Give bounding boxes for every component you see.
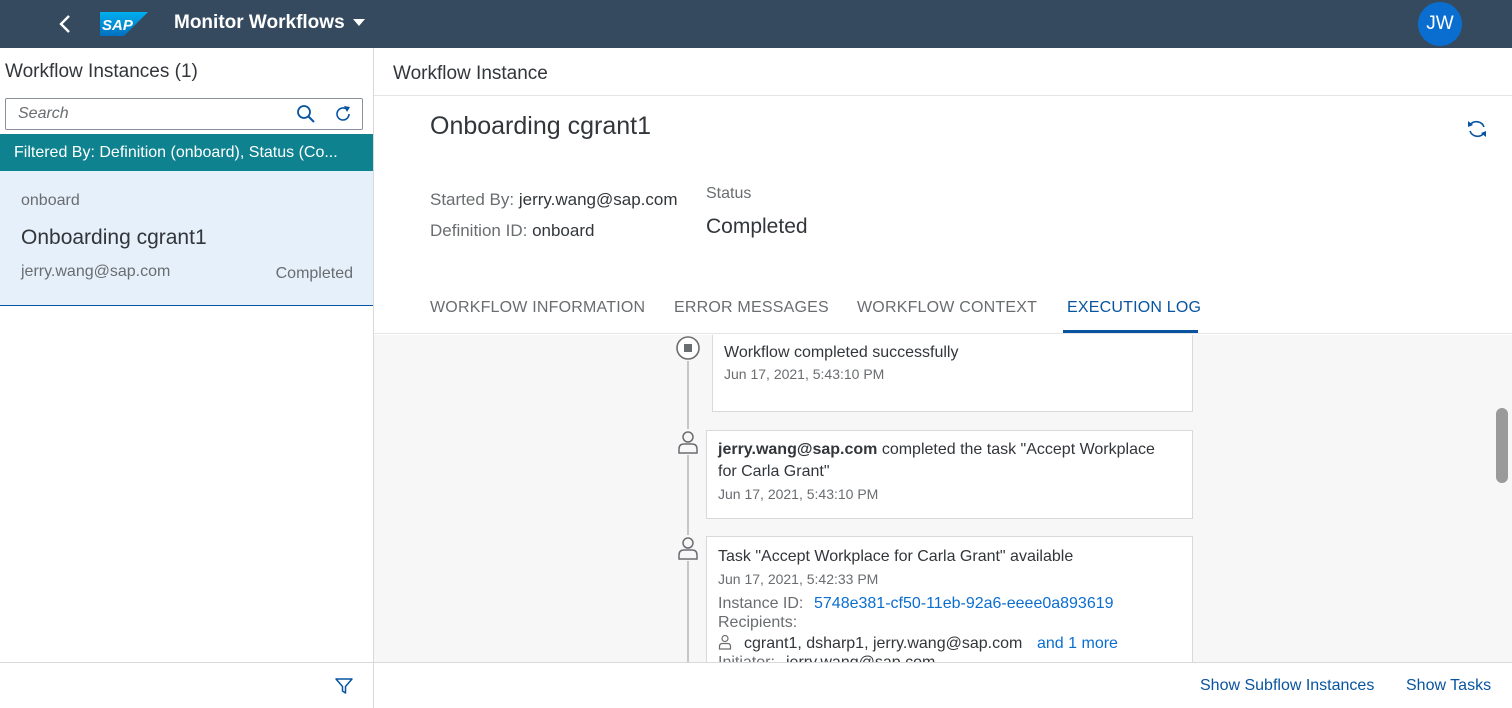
tab-workflow-information[interactable]: WORKFLOW INFORMATION bbox=[430, 299, 645, 317]
started-by-label: Started By: bbox=[430, 190, 515, 209]
timeline-line bbox=[687, 347, 689, 662]
search-field bbox=[5, 98, 363, 130]
recipients-list: cgrant1, dsharp1, jerry.wang@sap.com bbox=[744, 635, 1023, 652]
log-message: Task "Accept Workplace for Carla Grant" … bbox=[718, 548, 1074, 565]
search-icon[interactable] bbox=[296, 104, 316, 124]
back-button[interactable] bbox=[52, 10, 80, 38]
app-title-menu[interactable]: Monitor Workflows bbox=[174, 11, 365, 35]
log-entry: Workflow completed successfully Jun 17, … bbox=[712, 335, 1193, 412]
detail-header: Workflow Instance bbox=[374, 48, 1512, 96]
item-user: jerry.wang@sap.com bbox=[21, 263, 171, 280]
detail-title: Workflow Instance bbox=[393, 63, 548, 84]
person-icon bbox=[675, 535, 701, 561]
person-icon bbox=[718, 634, 732, 650]
log-time: Jun 17, 2021, 5:43:10 PM bbox=[718, 486, 879, 502]
instance-id-link[interactable]: 5748e381-cf50-11eb-92a6-eeee0a893619 bbox=[814, 595, 1114, 613]
user-avatar[interactable]: JW bbox=[1418, 2, 1462, 46]
sap-logo[interactable]: SAP bbox=[100, 12, 148, 41]
definition-value: onboard bbox=[532, 221, 595, 240]
log-message: Workflow completed successfully bbox=[724, 344, 959, 361]
filter-info-bar[interactable]: Filtered By: Definition (onboard), Statu… bbox=[0, 134, 373, 171]
item-title: Onboarding cgrant1 bbox=[21, 226, 207, 249]
execution-log: Workflow completed successfully Jun 17, … bbox=[374, 335, 1512, 662]
refresh-icon[interactable] bbox=[333, 104, 353, 124]
status-value: Completed bbox=[706, 215, 808, 238]
definition-attribute: Definition ID: onboard bbox=[430, 221, 594, 241]
caret-down-icon bbox=[352, 19, 365, 26]
item-definition: onboard bbox=[21, 192, 80, 209]
tab-error-messages[interactable]: ERROR MESSAGES bbox=[674, 299, 829, 317]
refresh-icon[interactable] bbox=[1465, 117, 1489, 141]
log-actor: jerry.wang@sap.com bbox=[718, 441, 878, 458]
initiator-value: jerry.wang@sap.com bbox=[786, 654, 935, 662]
tab-selected-indicator bbox=[1063, 330, 1198, 333]
log-message: jerry.wang@sap.com completed the task "A… bbox=[718, 439, 1155, 461]
shell-bar: SAP Monitor Workflows JW bbox=[0, 0, 1512, 48]
list-item[interactable]: onboard Onboarding cgrant1 jerry.wang@sa… bbox=[0, 171, 373, 306]
tab-execution-log[interactable]: EXECUTION LOG bbox=[1067, 299, 1201, 317]
definition-label: Definition ID: bbox=[430, 221, 528, 240]
search-input[interactable] bbox=[18, 104, 288, 124]
chevron-left-icon bbox=[59, 15, 70, 33]
recipients-label: Recipients: bbox=[718, 614, 798, 631]
master-title: Workflow Instances (1) bbox=[5, 61, 198, 82]
master-footer bbox=[0, 662, 373, 708]
tab-workflow-context[interactable]: WORKFLOW CONTEXT bbox=[857, 299, 1037, 317]
log-message-line2: for Carla Grant" bbox=[718, 463, 830, 480]
log-time: Jun 17, 2021, 5:43:10 PM bbox=[724, 366, 885, 382]
app-title: Monitor Workflows bbox=[174, 12, 345, 33]
started-by-attribute: Started By: jerry.wang@sap.com bbox=[430, 190, 678, 210]
item-status: Completed bbox=[275, 265, 353, 282]
show-tasks-button[interactable]: Show Tasks bbox=[1406, 677, 1491, 695]
log-message-line1: completed the task "Accept Workplace bbox=[881, 441, 1155, 458]
more-recipients-link[interactable]: and 1 more bbox=[1037, 635, 1118, 653]
started-by-value: jerry.wang@sap.com bbox=[518, 190, 678, 209]
filter-icon[interactable] bbox=[334, 676, 354, 696]
svg-text:SAP: SAP bbox=[102, 17, 134, 34]
initiator-label: Initiator: bbox=[718, 654, 775, 662]
person-icon bbox=[675, 429, 701, 455]
tab-bar: WORKFLOW INFORMATION ERROR MESSAGES WORK… bbox=[374, 284, 1512, 334]
scrollbar-thumb[interactable] bbox=[1496, 408, 1508, 483]
detail-pane: Workflow Instance Onboarding cgrant1 Sta… bbox=[374, 48, 1512, 708]
detail-footer: Show Subflow Instances Show Tasks bbox=[374, 662, 1512, 708]
log-entry: Task "Accept Workplace for Carla Grant" … bbox=[706, 536, 1193, 662]
show-subflow-instances-button[interactable]: Show Subflow Instances bbox=[1200, 677, 1374, 695]
stop-circle-icon bbox=[675, 335, 701, 361]
instance-id-label: Instance ID: bbox=[718, 595, 804, 612]
log-time: Jun 17, 2021, 5:42:33 PM bbox=[718, 571, 879, 587]
log-entry: jerry.wang@sap.com completed the task "A… bbox=[706, 430, 1193, 519]
master-pane: Workflow Instances (1) Filtered By: Defi… bbox=[0, 48, 374, 708]
status-label: Status bbox=[706, 185, 752, 202]
object-title: Onboarding cgrant1 bbox=[430, 112, 651, 140]
